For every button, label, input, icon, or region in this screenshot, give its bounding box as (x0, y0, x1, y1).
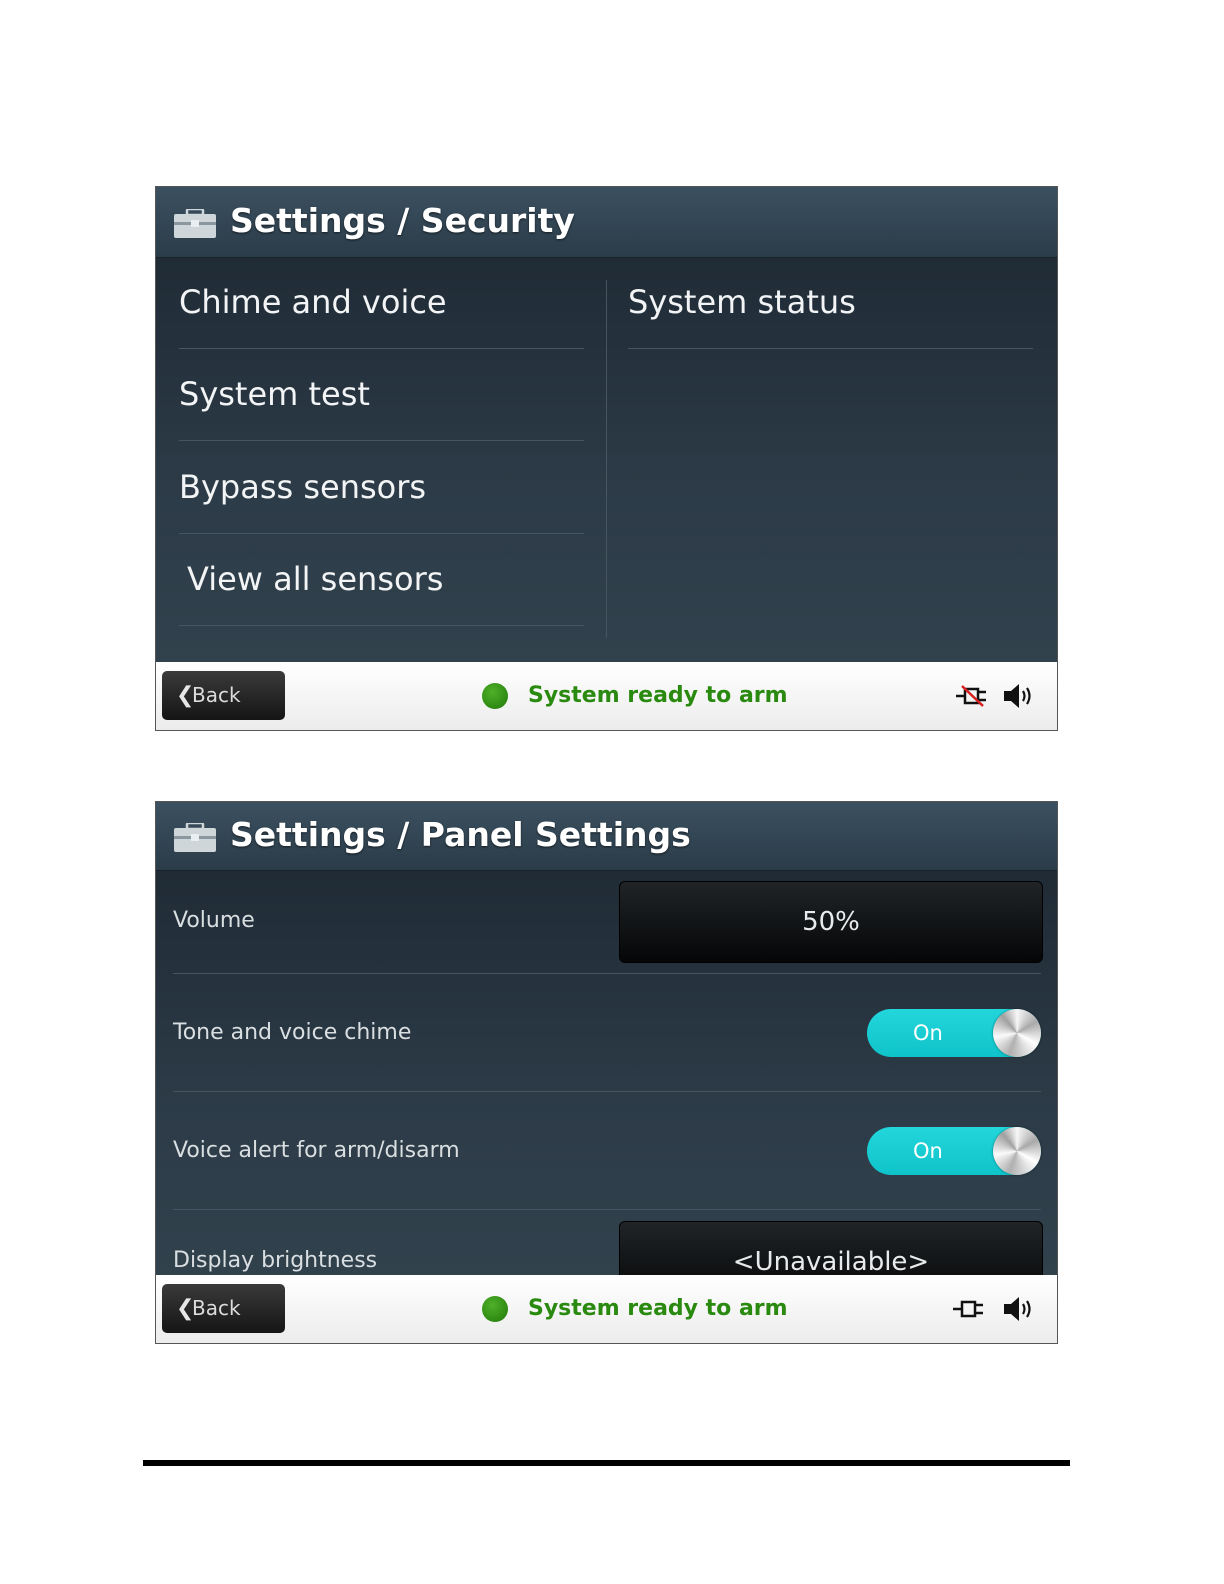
panel-settings-screen: Settings / Panel Settings Volume 50% Ton… (155, 801, 1058, 1344)
display-brightness-value: <Unavailable> (732, 1247, 930, 1277)
page-title: Settings / Security (230, 201, 575, 240)
divider (179, 533, 584, 534)
menu-item-bypass-sensors[interactable]: Bypass sensors (179, 467, 426, 507)
toolbox-icon (174, 823, 216, 852)
speaker-icon[interactable] (1002, 1295, 1036, 1323)
setting-label-voice-alert: Voice alert for arm/disarm (173, 1138, 460, 1163)
page-divider-rule (143, 1460, 1070, 1466)
setting-label-volume: Volume (173, 908, 255, 933)
chevron-left-icon: ❮ (176, 683, 195, 708)
status-indicator-icon (482, 683, 508, 709)
power-connected-icon[interactable] (953, 1297, 987, 1321)
toggle-knob[interactable] (993, 1127, 1041, 1175)
volume-value: 50% (802, 907, 860, 937)
page-title: Settings / Panel Settings (230, 815, 691, 854)
toggle-knob[interactable] (993, 1009, 1041, 1057)
voice-alert-toggle[interactable]: On (867, 1127, 1041, 1175)
divider (179, 625, 584, 626)
volume-selector[interactable]: 50% (619, 881, 1043, 963)
divider (173, 1091, 1041, 1092)
footer-bar: ❮ Back System ready to arm (156, 662, 1057, 730)
setting-label-display-brightness: Display brightness (173, 1248, 378, 1273)
divider (173, 1209, 1041, 1210)
status-text: System ready to arm (528, 1296, 788, 1321)
toggle-state-label: On (913, 1021, 943, 1045)
divider (173, 973, 1041, 974)
status-text: System ready to arm (528, 683, 788, 708)
menu-item-view-all-sensors[interactable]: View all sensors (187, 559, 443, 599)
security-settings-screen: Settings / Security Chime and voice Syst… (155, 186, 1058, 731)
back-button[interactable]: ❮ Back (162, 1284, 285, 1333)
speaker-icon[interactable] (1002, 682, 1036, 710)
back-button[interactable]: ❮ Back (162, 671, 285, 720)
divider (628, 348, 1033, 349)
divider (179, 348, 584, 349)
chevron-left-icon: ❮ (176, 1296, 195, 1321)
menu-item-chime-and-voice[interactable]: Chime and voice (179, 282, 447, 322)
back-button-label: Back (192, 683, 241, 707)
footer-bar: ❮ Back System ready to arm (156, 1275, 1057, 1343)
power-disconnected-icon[interactable] (956, 684, 990, 708)
back-button-label: Back (192, 1296, 241, 1320)
setting-label-tone-and-voice-chime: Tone and voice chime (173, 1020, 412, 1045)
menu-item-system-test[interactable]: System test (179, 374, 370, 414)
tone-and-voice-chime-toggle[interactable]: On (867, 1009, 1041, 1057)
title-bar: Settings / Security (156, 187, 1057, 258)
toolbox-icon (174, 209, 216, 238)
status-indicator-icon (482, 1296, 508, 1322)
column-divider (606, 280, 607, 638)
title-bar: Settings / Panel Settings (156, 802, 1057, 871)
toggle-state-label: On (913, 1139, 943, 1163)
menu-item-system-status[interactable]: System status (628, 282, 856, 322)
divider (179, 440, 584, 441)
